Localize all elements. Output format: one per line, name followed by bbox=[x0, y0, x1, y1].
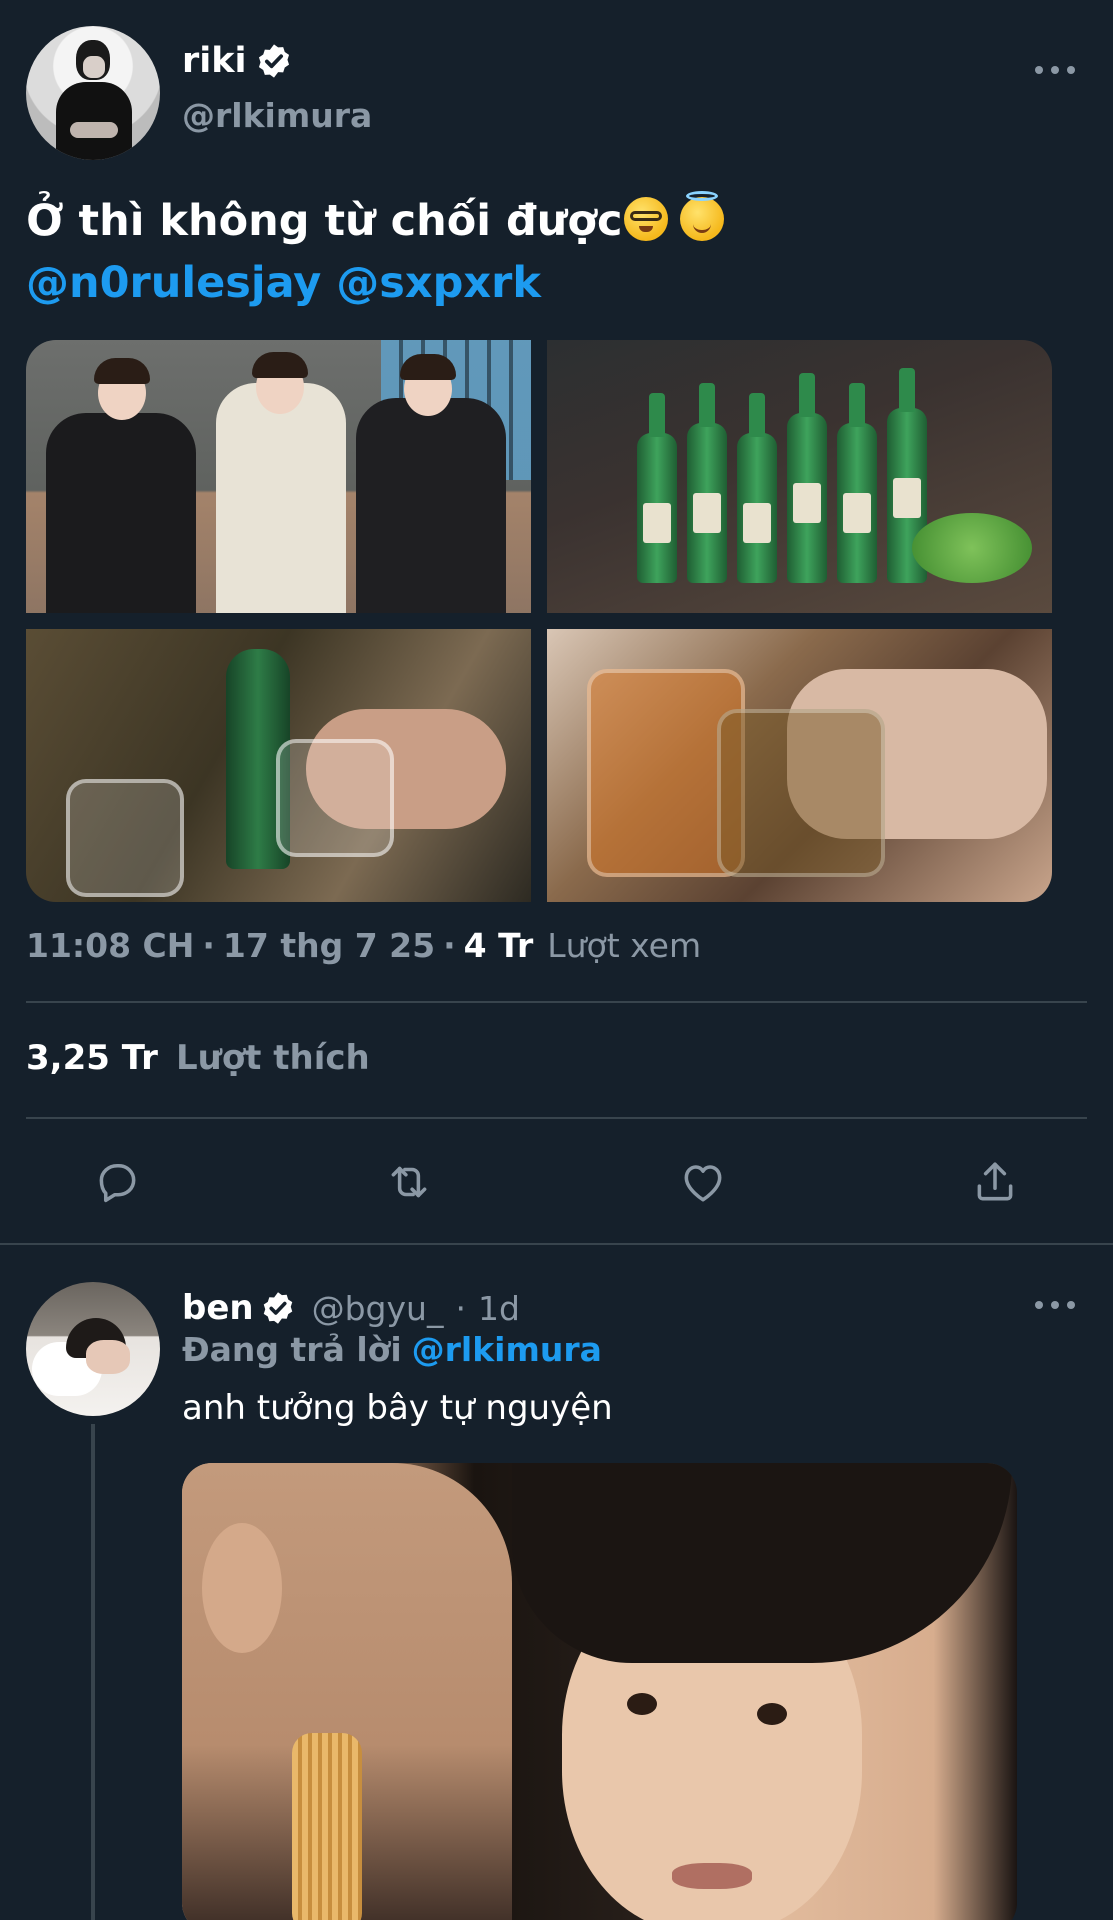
reply-more-options-icon[interactable] bbox=[1035, 1295, 1075, 1315]
photo-toasting-beer[interactable] bbox=[547, 629, 1052, 902]
mention-link[interactable]: @n0rulesjay bbox=[26, 258, 321, 308]
verified-badge-icon bbox=[258, 44, 289, 78]
reply-author-handle[interactable]: @bgyu_ bbox=[312, 1289, 444, 1328]
author-display-name[interactable]: riki bbox=[182, 41, 247, 81]
thread-line bbox=[91, 1424, 95, 1920]
reply-header: ben @bgyu_ · 1d bbox=[182, 1288, 520, 1328]
photo-soju-bottles[interactable] bbox=[547, 340, 1052, 613]
reply-photo-meme[interactable] bbox=[182, 1463, 1017, 1920]
tweet-detail-page: riki @rlkimura Ở thì không từ chối được … bbox=[0, 0, 1113, 1920]
reply-text: anh tưởng bây tự nguyện bbox=[182, 1388, 613, 1428]
photo-three-people[interactable] bbox=[26, 340, 531, 613]
divider bbox=[26, 1001, 1087, 1003]
author-avatar[interactable] bbox=[26, 26, 160, 160]
author-name-row[interactable]: riki bbox=[182, 36, 293, 86]
reply-author-name[interactable]: ben bbox=[182, 1288, 254, 1328]
retweet-button[interactable] bbox=[382, 1155, 436, 1209]
more-options-icon[interactable] bbox=[1035, 60, 1075, 80]
photo-toasting-glasses[interactable] bbox=[26, 629, 531, 902]
likes-count: 3,25 Tr bbox=[26, 1038, 158, 1078]
retweet-icon bbox=[391, 1166, 427, 1198]
divider bbox=[26, 1117, 1087, 1119]
tweet-date[interactable]: 17 thg 7 25 bbox=[223, 926, 435, 965]
reply-author-avatar[interactable] bbox=[26, 1282, 160, 1416]
replying-to: Đang trả lời @rlkimura bbox=[182, 1330, 602, 1369]
tweet-body-text: Ở thì không từ chối được bbox=[26, 196, 623, 246]
mention-link[interactable]: @sxpxrk bbox=[336, 258, 541, 308]
smiling-face-with-halo-emoji-icon bbox=[680, 191, 725, 241]
reply-button[interactable] bbox=[90, 1155, 144, 1209]
likes-stat[interactable]: 3,25 Tr Lượt thích bbox=[26, 1038, 370, 1078]
tweet-meta: 11:08 CH · 17 thg 7 25 · 4 Tr Lượt xem bbox=[26, 926, 702, 965]
replying-to-label: Đang trả lời bbox=[182, 1330, 402, 1369]
tweet-time[interactable]: 11:08 CH bbox=[26, 926, 194, 965]
views-label: Lượt xem bbox=[547, 926, 702, 965]
nerd-face-emoji-icon bbox=[624, 197, 669, 241]
tweet-text: Ở thì không từ chối được @n0rulesjay @sx… bbox=[26, 190, 1076, 314]
reply-time[interactable]: 1d bbox=[478, 1289, 520, 1328]
like-icon bbox=[684, 1165, 722, 1202]
divider bbox=[0, 1243, 1113, 1245]
reply-icon bbox=[99, 1163, 136, 1203]
likes-label: Lượt thích bbox=[175, 1038, 370, 1078]
share-icon bbox=[977, 1162, 1013, 1201]
replying-to-mention[interactable]: @rlkimura bbox=[412, 1330, 602, 1369]
views-count: 4 Tr bbox=[463, 926, 534, 965]
author-handle[interactable]: @rlkimura bbox=[182, 96, 372, 135]
media-grid bbox=[26, 340, 1052, 902]
share-button[interactable] bbox=[968, 1155, 1022, 1209]
verified-badge-icon bbox=[263, 1292, 292, 1324]
like-button[interactable] bbox=[676, 1155, 730, 1209]
